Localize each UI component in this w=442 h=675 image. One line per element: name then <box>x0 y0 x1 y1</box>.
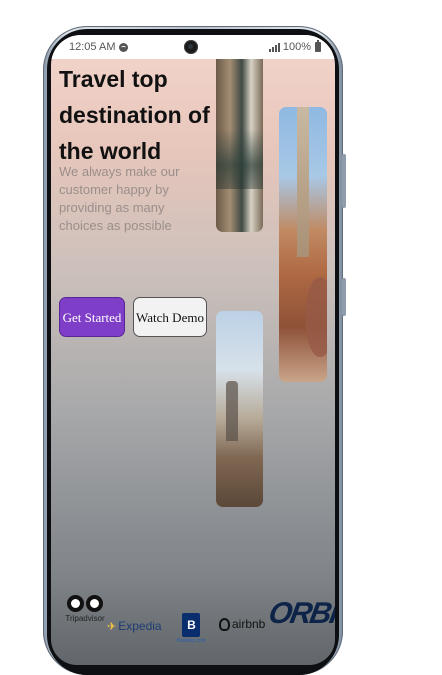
booking-icon: B <box>182 613 201 637</box>
camera-icon <box>184 40 198 54</box>
airbnb-icon <box>219 617 230 631</box>
status-left: 12:05 AM <box>69 41 129 53</box>
airbnb-label: airbnb <box>232 617 266 631</box>
battery-percent: 100% <box>282 41 311 53</box>
owl-icon <box>67 595 103 612</box>
signal-icon <box>268 42 280 52</box>
booking-label: Booking.com <box>177 638 206 644</box>
hero-subtitle: We always make our customer happy by pro… <box>59 164 180 233</box>
plane-icon: ✈ <box>107 620 117 633</box>
volume-button <box>342 154 346 208</box>
partner-logos: Tripadvisor ✈ Expedia B Booking.com airb… <box>51 595 335 655</box>
status-bar: 12:05 AM 100% <box>51 35 335 59</box>
orbitz-label: ORBITZ <box>266 597 335 630</box>
phone-frame: 12:05 AM 100% Travel top destination of … <box>43 26 346 675</box>
hero-title: Travel top destination of the world <box>59 66 210 164</box>
phone-screen: 12:05 AM 100% Travel top destination of … <box>51 35 335 665</box>
watch-demo-button[interactable]: Watch Demo <box>133 297 207 337</box>
airbnb-logo: airbnb <box>219 617 265 631</box>
expedia-label: Expedia <box>118 619 162 633</box>
spotify-icon <box>119 42 129 52</box>
orbitz-logo: ORBITZ <box>266 597 335 631</box>
expedia-logo: ✈ Expedia <box>107 619 162 633</box>
status-time: 12:05 AM <box>69 41 116 53</box>
clock-tower-image <box>279 107 327 382</box>
stage: 12:05 AM 100% Travel top destination of … <box>0 0 442 675</box>
coastal-castle-image <box>216 311 263 507</box>
booking-logo: B Booking.com <box>177 613 206 644</box>
battery-icon <box>315 40 321 52</box>
tripadvisor-label: Tripadvisor <box>65 614 105 623</box>
status-right: 100% <box>268 40 321 53</box>
tripadvisor-logo: Tripadvisor <box>63 595 107 623</box>
get-started-button[interactable]: Get Started <box>59 297 125 337</box>
power-button <box>342 278 346 316</box>
venice-canal-image <box>216 59 263 232</box>
